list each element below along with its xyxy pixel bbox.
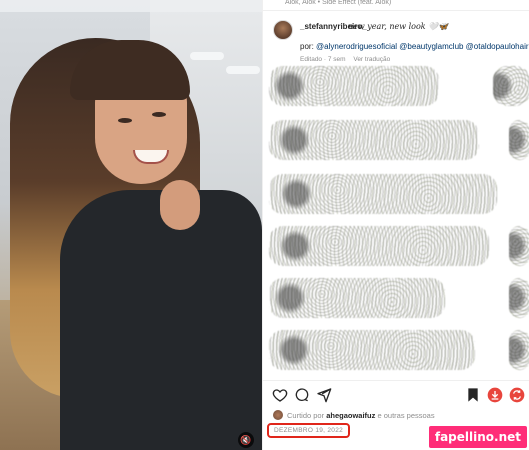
post-date[interactable]: DEZEMBRO 19, 2022 (267, 423, 351, 438)
divider (263, 10, 529, 11)
subject-arm (160, 180, 200, 230)
blurred-comment (269, 278, 445, 318)
see-translation-link[interactable]: Ver tradução (353, 56, 390, 63)
subject-eye (118, 118, 132, 123)
blurred-comment (269, 66, 439, 106)
send-icon[interactable] (316, 387, 332, 403)
liked-user[interactable]: ahegaowaifuz (326, 411, 375, 420)
comments-list[interactable] (263, 64, 529, 376)
edited-timestamp: Editado · 7 sem (300, 56, 346, 63)
repost-icon[interactable] (509, 387, 525, 403)
blurred-comment (269, 330, 475, 370)
post-caption: new year, new look 🤍🦋 (348, 22, 449, 31)
liked-prefix: Curtido por (287, 411, 325, 420)
liked-suffix: e outras pessoas (377, 411, 435, 420)
credits-mentions[interactable]: @alynerodriguesoficial @beautyglamclub @… (316, 42, 528, 51)
speaker-muted-icon[interactable]: 🔇 (238, 432, 254, 448)
download-icon[interactable] (487, 387, 503, 403)
music-attribution[interactable]: Alok, Alok • Side Effect (feat. Alok) (263, 0, 529, 10)
author-avatar[interactable] (273, 20, 293, 40)
blurred-comment (509, 278, 529, 318)
post-credits: por: @alynerodriguesoficial @beautyglamc… (300, 42, 529, 51)
post-side-panel: Alok, Alok • Side Effect (feat. Alok) _s… (262, 0, 529, 450)
caption-meta: Editado · 7 sem Ver tradução (300, 56, 396, 63)
divider (263, 380, 529, 381)
post-media[interactable]: 🔇 (0, 0, 262, 450)
comment-icon[interactable] (294, 387, 310, 403)
blurred-comment (269, 226, 489, 266)
liker-avatar[interactable] (273, 410, 283, 420)
ceiling-lamp (190, 52, 224, 60)
blurred-comment (269, 174, 497, 214)
media-top-strip (0, 0, 262, 12)
mute-glyph: 🔇 (240, 435, 252, 445)
ceiling-lamp (226, 66, 260, 74)
site-watermark: fapellino.net (428, 426, 527, 448)
subject-eye (152, 112, 166, 117)
blurred-comment (509, 120, 529, 160)
liked-by: Curtido por ahegaowaifuz e outras pessoa… (287, 411, 435, 420)
blurred-comment (493, 66, 529, 106)
blurred-comment (509, 330, 529, 370)
subject-shirt (60, 190, 262, 450)
blurred-comment (509, 226, 529, 266)
heart-icon[interactable] (272, 387, 288, 403)
blurred-comment (269, 120, 479, 160)
credits-label: por: (300, 42, 314, 51)
bookmark-icon[interactable] (465, 387, 481, 403)
